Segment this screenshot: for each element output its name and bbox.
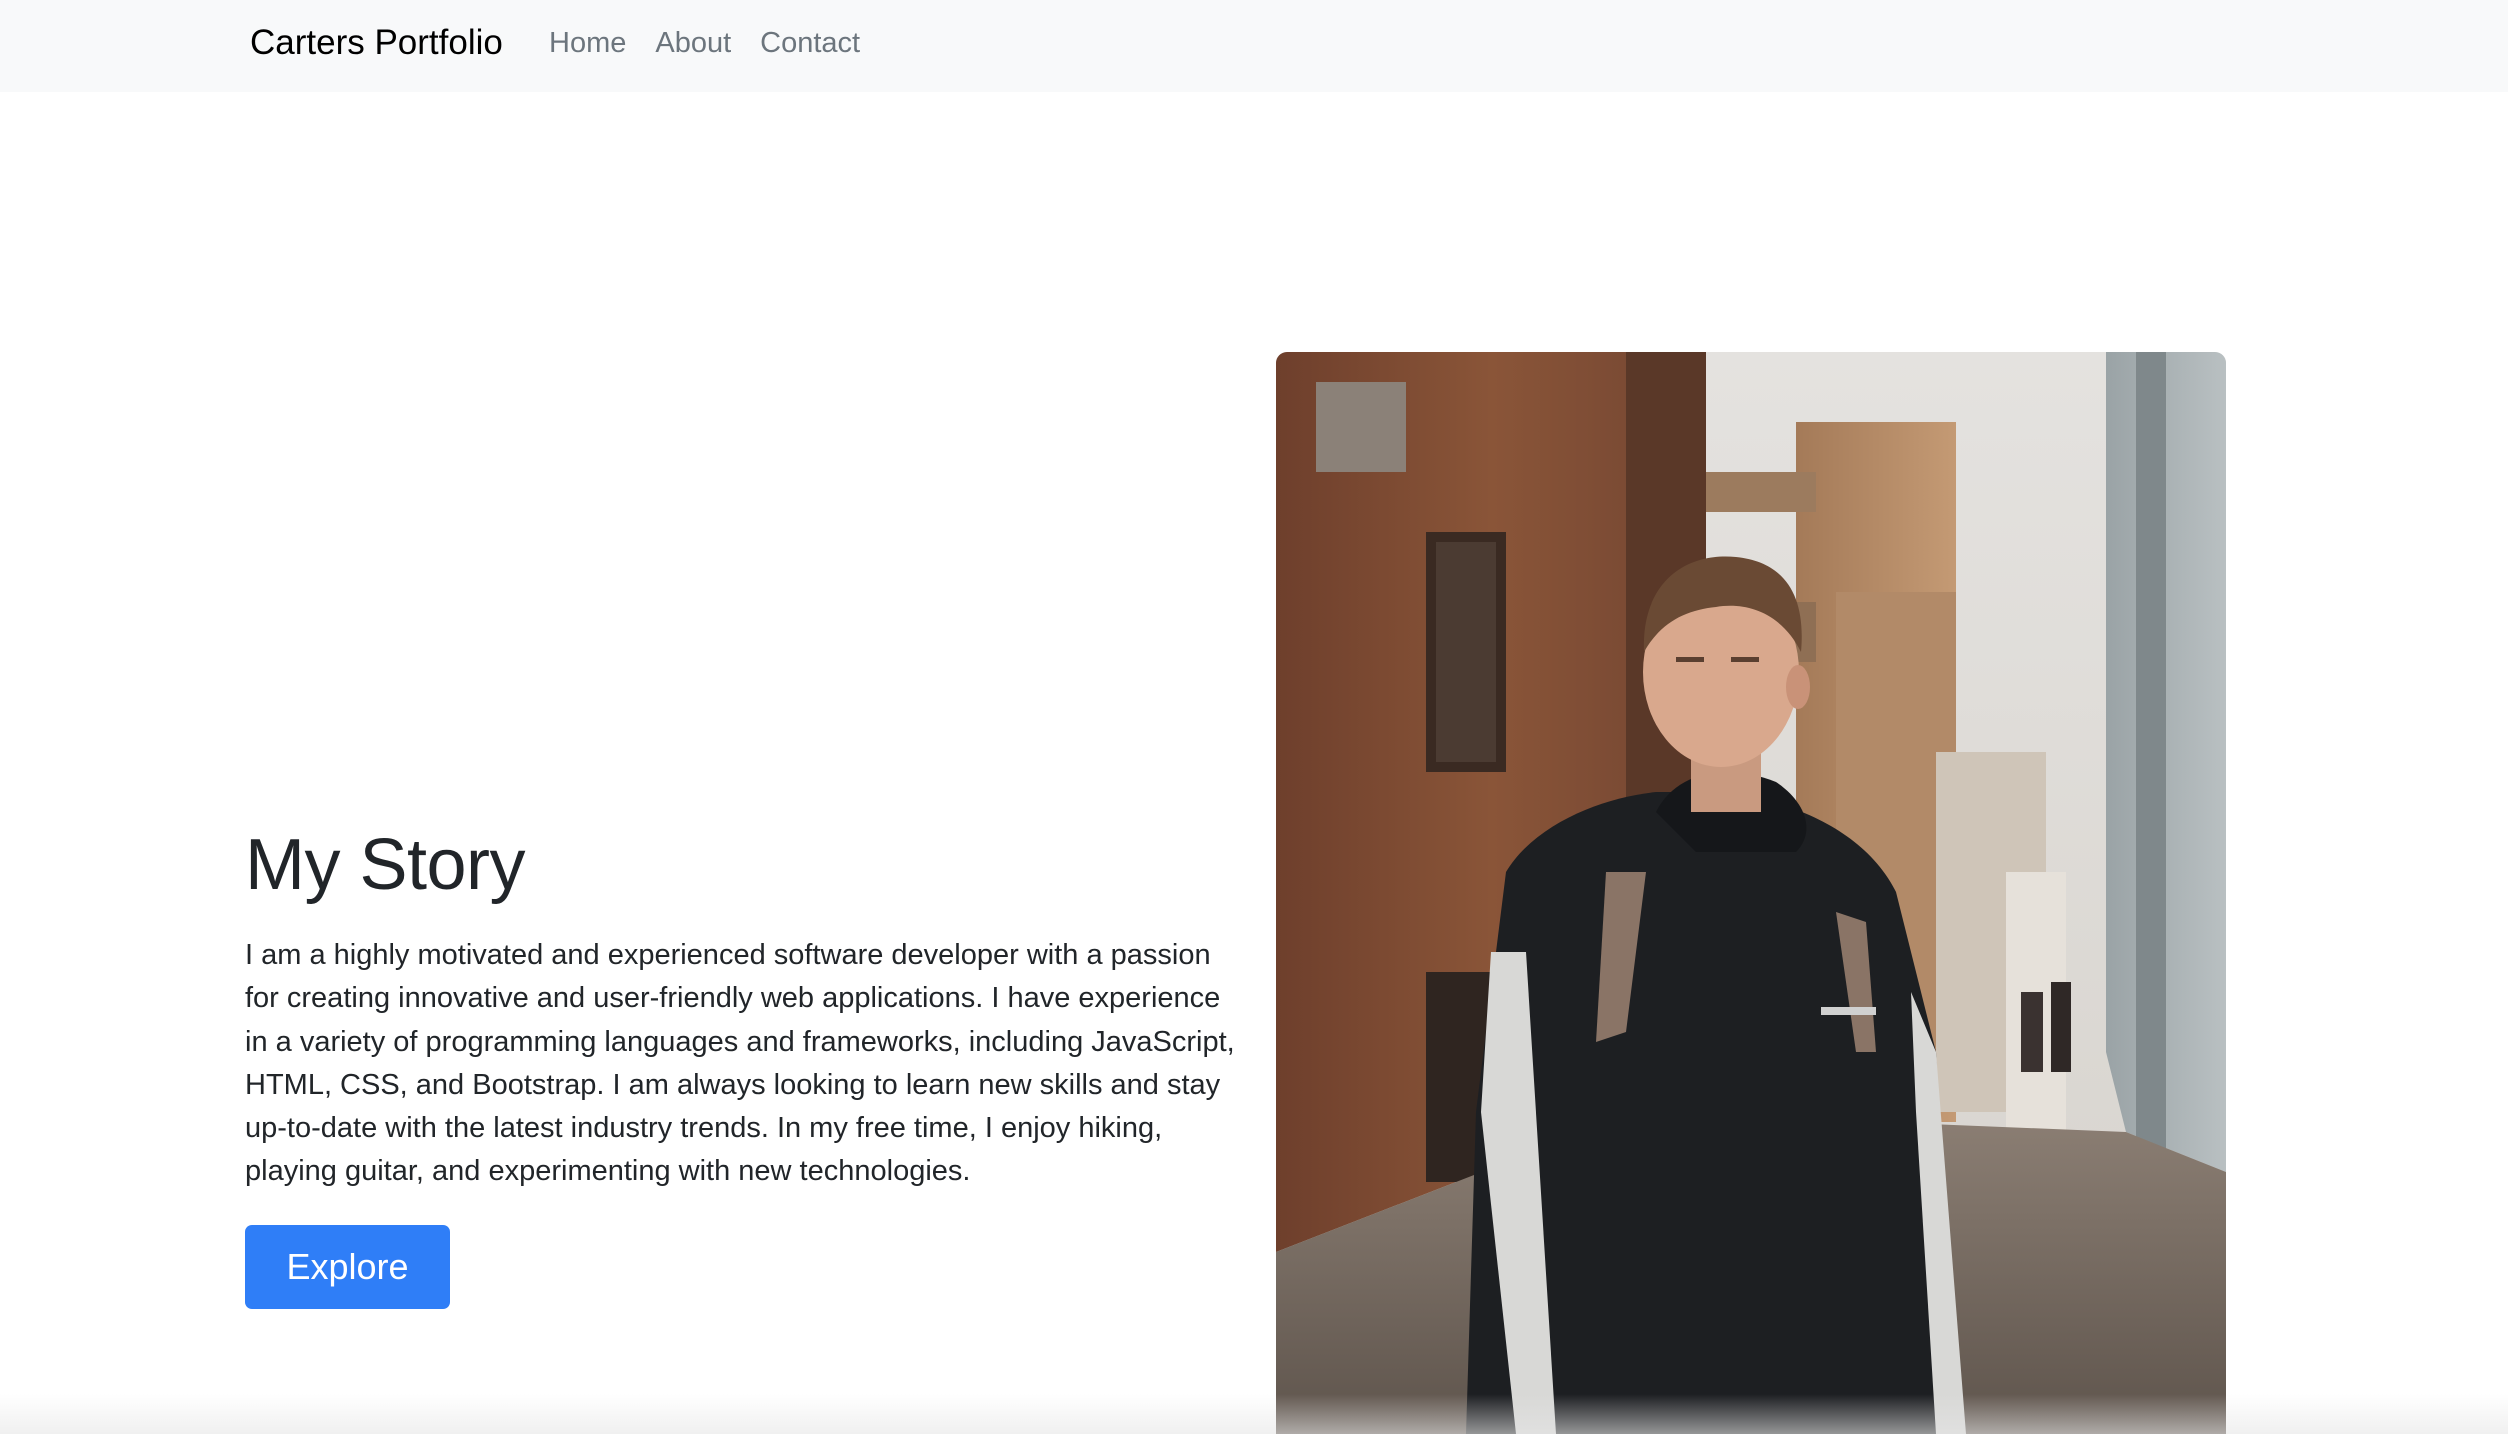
explore-button[interactable]: Explore xyxy=(245,1225,450,1309)
story-title: My Story xyxy=(245,825,526,905)
story-paragraph: I am a highly motivated and experienced … xyxy=(245,934,1255,1194)
story-line: in a variety of programming languages an… xyxy=(245,1025,1235,1058)
story-line: HTML, CSS, and Bootstrap. I am always lo… xyxy=(245,1068,1221,1101)
nav-link-about[interactable]: About xyxy=(655,27,760,59)
brand-link[interactable]: Carters Portfolio xyxy=(250,20,503,65)
story-section: My Story I am a highly motivated and exp… xyxy=(245,820,1255,1194)
nav-links: Home About Contact xyxy=(549,22,889,64)
navbar: Carters Portfolio Home About Contact xyxy=(0,0,2508,92)
portrait-photo xyxy=(1276,352,2226,1434)
nav-link-home[interactable]: Home xyxy=(549,27,655,59)
story-line: up-to-date with the latest industry tren… xyxy=(245,1112,1163,1145)
story-line: playing guitar, and experimenting with n… xyxy=(245,1155,971,1188)
nav-link-contact[interactable]: Contact xyxy=(760,27,889,59)
story-line: for creating innovative and user-friendl… xyxy=(245,982,1221,1015)
story-line: I am a highly motivated and experienced … xyxy=(245,939,1211,971)
